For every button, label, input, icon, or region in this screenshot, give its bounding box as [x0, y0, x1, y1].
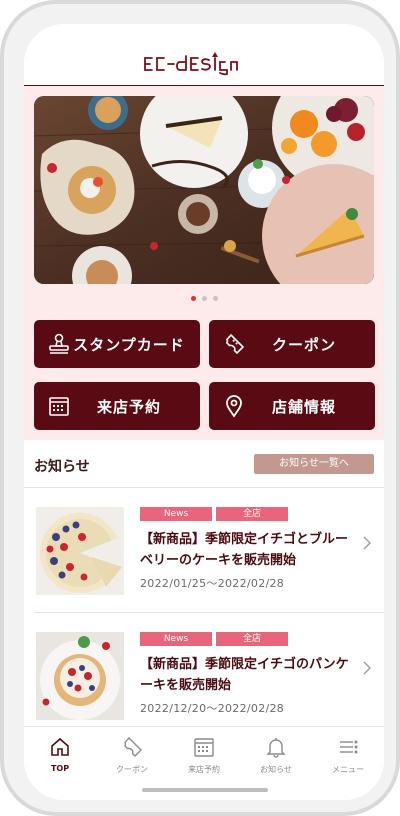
desserts-photo	[34, 96, 374, 284]
carousel-indicator	[24, 296, 384, 301]
coupon-label: クーポン	[271, 335, 336, 354]
calendar-icon	[168, 735, 240, 759]
tab-coupon[interactable]: クーポン	[96, 735, 168, 775]
news-item[interactable]: News 全店 【新商品】季節限定イチゴのパンケーキを販売開始 2022/12/2…	[34, 614, 384, 738]
brand-logo-mark	[144, 52, 238, 76]
tab-coupon-label: クーポン	[116, 765, 148, 774]
carousel-dot-2[interactable]	[201, 296, 207, 301]
news-tag: News	[140, 632, 212, 646]
store-info-label: 店舗情報	[271, 397, 336, 416]
carousel-dot-1[interactable]	[190, 296, 196, 301]
store-tag: 全店	[216, 632, 288, 646]
tab-news-label: お知らせ	[260, 765, 292, 774]
news-header: お知らせ お知らせ一覧へ	[24, 440, 384, 488]
home-icon	[24, 735, 96, 759]
hero-banner-image[interactable]	[34, 96, 374, 284]
tab-menu-label: メニュー	[332, 765, 364, 774]
tab-top[interactable]: TOP	[24, 735, 96, 775]
app-screen: EC-design	[24, 24, 384, 800]
stamp-card-button[interactable]: スタンプカード	[34, 320, 200, 368]
coupon-icon	[96, 735, 168, 759]
news-date: 2022/12/20〜2022/02/28	[140, 702, 285, 715]
map-pin-icon	[221, 393, 247, 419]
brand-logo[interactable]: EC-design	[24, 52, 384, 80]
hero-section: スタンプカード クーポン 来店予約 店舗情報	[24, 86, 384, 440]
news-title: 【新商品】季節限定イチゴのパンケーキを販売開始	[140, 657, 349, 693]
tab-reservation-label: 来店予約	[188, 765, 220, 774]
tab-reservation[interactable]: 来店予約	[168, 735, 240, 775]
news-thumbnail-pancake	[36, 632, 124, 720]
news-tag: News	[140, 507, 212, 521]
app-header: EC-design	[24, 24, 384, 86]
store-tag: 全店	[216, 507, 288, 521]
reservation-button[interactable]: 来店予約	[34, 382, 200, 430]
tab-news[interactable]: お知らせ	[240, 735, 312, 775]
chevron-right-icon	[363, 536, 371, 550]
stamp-card-label: スタンプカード	[73, 335, 185, 354]
carousel-dot-3[interactable]	[212, 296, 218, 301]
news-list-button[interactable]: お知らせ一覧へ	[254, 454, 374, 474]
news-tags: News 全店	[140, 507, 292, 521]
news-title: 【新商品】季節限定イチゴとブルーベリーのケーキを販売開始	[140, 532, 349, 568]
tab-top-label: TOP	[50, 764, 70, 773]
store-info-button[interactable]: 店舗情報	[209, 382, 375, 430]
tab-menu[interactable]: メニュー	[312, 735, 384, 775]
bell-icon	[240, 735, 312, 759]
news-thumbnail-cake	[36, 507, 124, 595]
phone-frame: EC-design	[0, 0, 400, 816]
phone-bezel: EC-design	[4, 4, 396, 812]
reservation-label: 来店予約	[96, 397, 161, 416]
chevron-right-icon	[363, 661, 371, 675]
news-date: 2022/01/25〜2022/02/28	[140, 577, 285, 590]
coupon-ticket-icon	[221, 331, 247, 357]
coupon-button[interactable]: クーポン	[209, 320, 375, 368]
news-tags: News 全店	[140, 632, 292, 646]
brand-logo-text: EC-design	[266, 52, 267, 53]
calendar-icon	[46, 393, 72, 419]
news-heading: お知らせ	[34, 459, 90, 475]
home-indicator[interactable]	[142, 788, 268, 792]
news-item[interactable]: News 全店 【新商品】季節限定イチゴとブルーベリーのケーキを販売開始 2022…	[34, 489, 384, 613]
menu-icon	[312, 735, 384, 759]
stamp-icon	[46, 331, 72, 357]
